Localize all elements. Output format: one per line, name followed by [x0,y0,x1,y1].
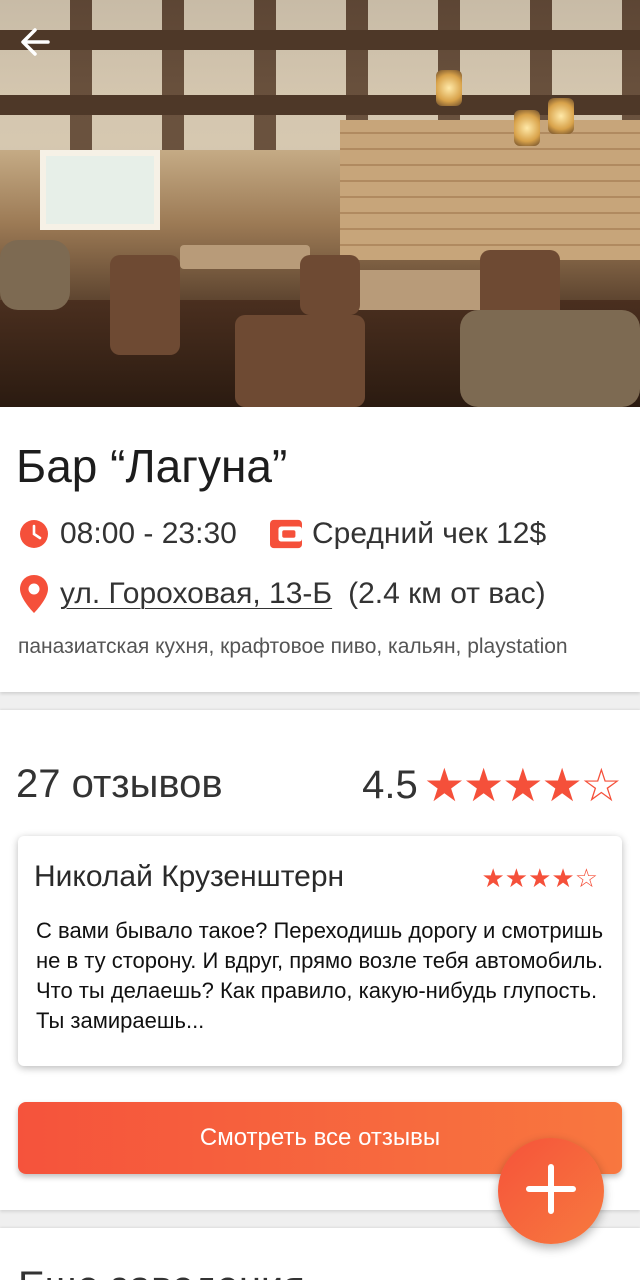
distance-text: (2.4 км от вас) [348,577,546,610]
overall-rating: 4.5 ★ ★ ★ ★ ☆ [362,762,622,808]
star-filled-icon: ★ [463,759,505,811]
address-link[interactable]: ул. Гороховая, 13-Б [60,577,332,611]
review-stars: ★ ★ ★ ★ ☆ [481,866,598,892]
average-check-text: Средний чек 12$ [312,517,547,550]
reviews-section: 27 отзывов 4.5 ★ ★ ★ ★ ☆ Николай Крузенш… [0,710,640,1210]
star-empty-icon: ☆ [580,759,622,811]
clock-icon [18,518,50,550]
review-card[interactable]: Николай Крузенштерн ★ ★ ★ ★ ☆ С вами быв… [18,836,622,1066]
review-author: Николай Крузенштерн [34,860,345,893]
more-venues-title: Еще заведения [18,1264,305,1280]
average-check: Средний чек 12$ [270,517,546,551]
hours-text: 08:00 - 23:30 [60,517,237,550]
star-filled-icon: ★ [528,864,552,894]
star-filled-icon: ★ [423,759,465,811]
star-filled-icon: ★ [502,759,544,811]
rating-stars: ★ ★ ★ ★ ☆ [423,759,622,811]
star-empty-icon: ☆ [574,864,598,894]
star-filled-icon: ★ [481,864,505,894]
back-button[interactable] [16,24,56,64]
rating-value: 4.5 [362,762,418,807]
arrow-left-icon [18,24,54,64]
venue-tags: паназиатская кухня, крафтовое пиво, каль… [18,635,568,658]
star-filled-icon: ★ [551,864,575,894]
add-fab-button[interactable] [498,1138,604,1244]
address-row: ул. Гороховая, 13-Б (2.4 км от вас) [18,575,546,613]
reviews-count: 27 отзывов [16,762,223,806]
opening-hours: 08:00 - 23:30 [18,517,237,551]
venue-photo [0,0,640,407]
plus-icon [523,1161,579,1221]
venue-detail-screen: Бар “Лагуна” 08:00 - 23:30 Средний чек 1… [0,0,640,1280]
venue-info-card: Бар “Лагуна” 08:00 - 23:30 Средний чек 1… [0,407,640,692]
star-filled-icon: ★ [541,759,583,811]
star-filled-icon: ★ [504,864,529,894]
venue-title: Бар “Лагуна” [16,440,288,492]
review-text: С вами бывало такое? Переходишь дорогу и… [36,918,604,1033]
wallet-icon [270,518,302,550]
location-pin-icon [18,575,50,613]
